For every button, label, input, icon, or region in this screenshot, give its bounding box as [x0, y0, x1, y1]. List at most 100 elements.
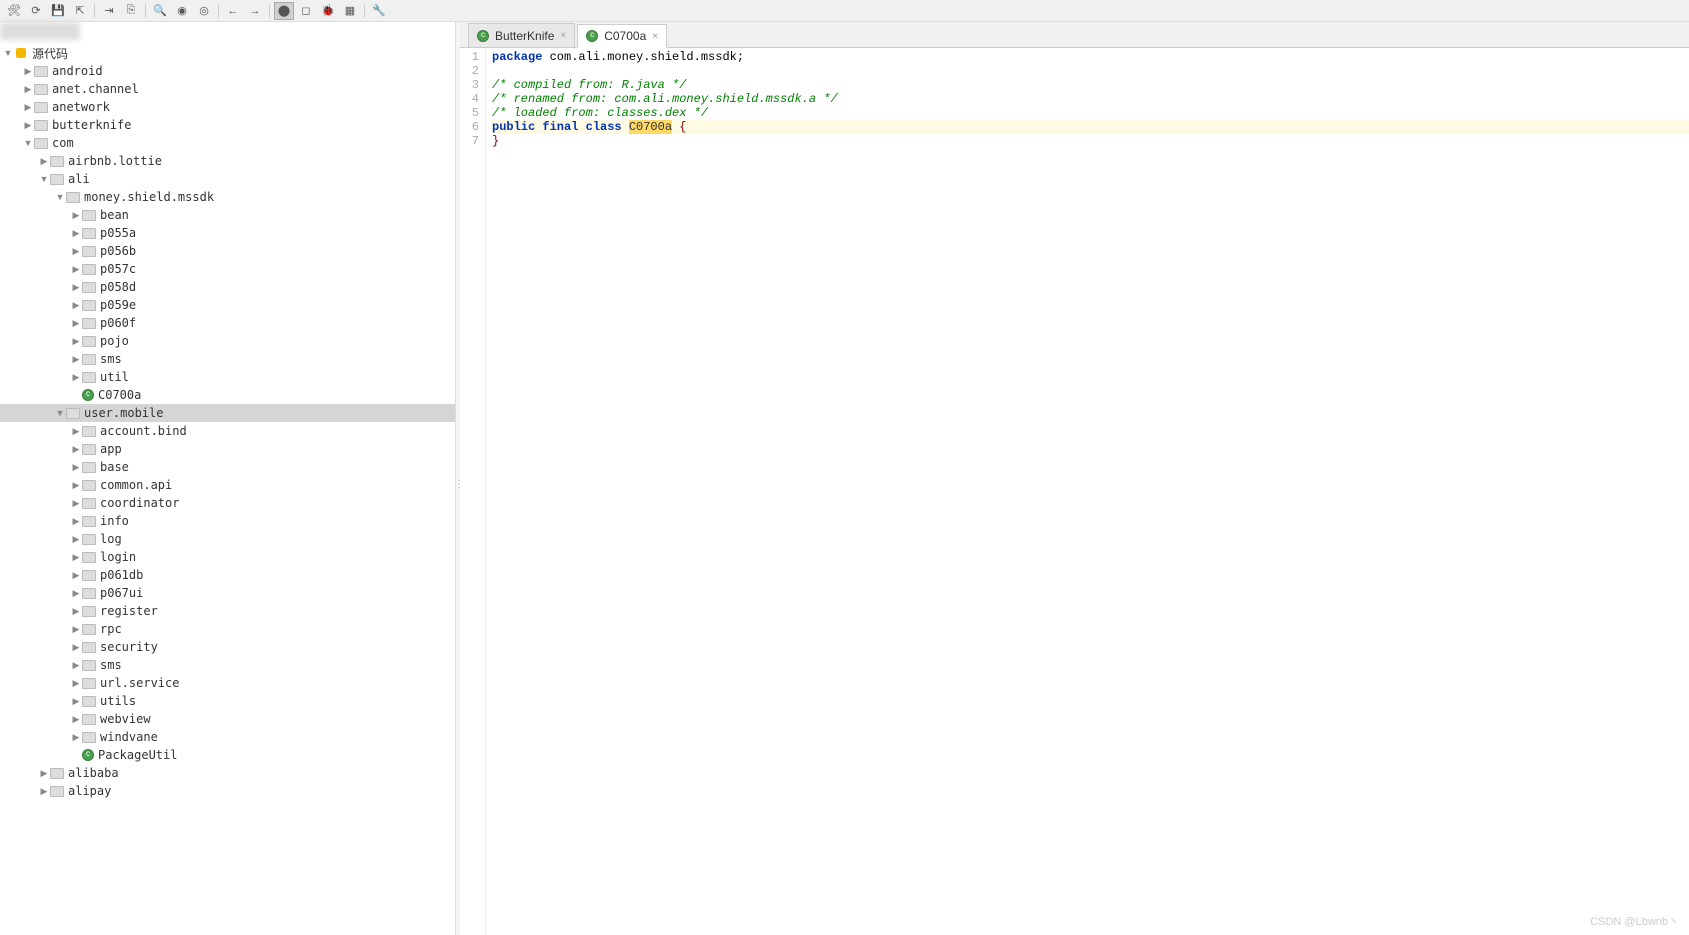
search-button[interactable]: 🔍 — [150, 2, 170, 20]
export-button[interactable]: ⇱ — [70, 2, 90, 20]
code-line[interactable]: /* compiled from: R.java */ — [492, 78, 1689, 92]
tree-item-anetwork[interactable]: ▶anetwork — [0, 98, 455, 116]
go-green-button[interactable]: ◎ — [194, 2, 214, 20]
tree-item-p059e[interactable]: ▶p059e — [0, 296, 455, 314]
code-content[interactable]: package com.ali.money.shield.mssdk; /* co… — [486, 48, 1689, 935]
tree-arrow[interactable]: ▶ — [70, 300, 82, 311]
tree-arrow[interactable]: ▶ — [38, 156, 50, 167]
tree-item-user-mobile[interactable]: ▼user.mobile — [0, 404, 455, 422]
code-line[interactable]: package com.ali.money.shield.mssdk; — [492, 50, 1689, 64]
tree-arrow[interactable]: ▶ — [70, 660, 82, 671]
close-icon[interactable]: × — [652, 31, 658, 42]
bp-on-button[interactable]: ⬤ — [274, 2, 294, 20]
tree-arrow[interactable]: ▶ — [70, 318, 82, 329]
tree-arrow[interactable]: ▶ — [22, 66, 34, 77]
tree-arrow[interactable]: ▶ — [70, 732, 82, 743]
tree-item-sms[interactable]: ▶sms — [0, 656, 455, 674]
code-area[interactable]: 1234567 package com.ali.money.shield.mss… — [460, 48, 1689, 935]
tree-item-info[interactable]: ▶info — [0, 512, 455, 530]
tree-item-p055a[interactable]: ▶p055a — [0, 224, 455, 242]
splitter[interactable] — [456, 22, 460, 935]
tree-item-alipay[interactable]: ▶alipay — [0, 782, 455, 800]
tree-arrow[interactable]: ▶ — [70, 570, 82, 581]
tree-arrow[interactable]: ▶ — [22, 102, 34, 113]
tree-arrow[interactable]: ▶ — [70, 444, 82, 455]
save-button[interactable]: 💾 — [48, 2, 68, 20]
tree-arrow[interactable]: ▼ — [54, 408, 66, 418]
tree-item-sms[interactable]: ▶sms — [0, 350, 455, 368]
code-line[interactable]: /* loaded from: classes.dex */ — [492, 106, 1689, 120]
bp-off-button[interactable]: ◻ — [296, 2, 316, 20]
tree-item-bean[interactable]: ▶bean — [0, 206, 455, 224]
tree-item-money-shield-mssdk[interactable]: ▼money.shield.mssdk — [0, 188, 455, 206]
tree-item-com[interactable]: ▼com — [0, 134, 455, 152]
back-button[interactable]: ← — [223, 2, 243, 20]
tree-root[interactable]: ▼ 源代码 — [0, 44, 455, 62]
forward-button[interactable]: → — [245, 2, 265, 20]
tree-item-p057c[interactable]: ▶p057c — [0, 260, 455, 278]
tree-item-alibaba[interactable]: ▶alibaba — [0, 764, 455, 782]
tree-item-url-service[interactable]: ▶url.service — [0, 674, 455, 692]
tree-arrow[interactable]: ▶ — [70, 714, 82, 725]
tree-arrow[interactable]: ▶ — [38, 786, 50, 797]
tree-item-rpc[interactable]: ▶rpc — [0, 620, 455, 638]
tree-item-PackageUtil[interactable]: PackageUtil — [0, 746, 455, 764]
tree-item-p060f[interactable]: ▶p060f — [0, 314, 455, 332]
tree-arrow[interactable]: ▼ — [2, 48, 14, 58]
tree-arrow[interactable]: ▶ — [70, 354, 82, 365]
wrench-button[interactable]: 🔧 — [369, 2, 389, 20]
tree-item-pojo[interactable]: ▶pojo — [0, 332, 455, 350]
tree-item-app[interactable]: ▶app — [0, 440, 455, 458]
tree-arrow[interactable]: ▶ — [70, 516, 82, 527]
tree-arrow[interactable]: ▶ — [70, 228, 82, 239]
tree-arrow[interactable]: ▶ — [70, 336, 82, 347]
tree-item-airbnb-lottie[interactable]: ▶airbnb.lottie — [0, 152, 455, 170]
tree-item-C0700a[interactable]: C0700a — [0, 386, 455, 404]
tree-arrow[interactable]: ▶ — [70, 282, 82, 293]
tree-arrow[interactable]: ▶ — [70, 462, 82, 473]
tree-arrow[interactable]: ▶ — [70, 246, 82, 257]
tree-arrow[interactable]: ▶ — [70, 534, 82, 545]
tree-arrow[interactable]: ▶ — [70, 552, 82, 563]
code-line[interactable]: /* renamed from: com.ali.money.shield.ms… — [492, 92, 1689, 106]
tree-item-utils[interactable]: ▶utils — [0, 692, 455, 710]
tab-ButterKnife[interactable]: ButterKnife× — [468, 23, 575, 47]
tree-item-ali[interactable]: ▼ali — [0, 170, 455, 188]
tree-arrow[interactable]: ▶ — [70, 264, 82, 275]
tree-arrow[interactable]: ▼ — [54, 192, 66, 202]
tree-arrow[interactable]: ▶ — [70, 606, 82, 617]
tree-arrow[interactable]: ▶ — [70, 498, 82, 509]
refresh-button[interactable]: ⟳ — [26, 2, 46, 20]
tree-arrow[interactable]: ▶ — [70, 642, 82, 653]
tree-item-android[interactable]: ▶android — [0, 62, 455, 80]
table-button[interactable]: ▦ — [340, 2, 360, 20]
tree-item-login[interactable]: ▶login — [0, 548, 455, 566]
stop-green-button[interactable]: ◉ — [172, 2, 192, 20]
code-line[interactable] — [492, 64, 1689, 78]
copy-button[interactable]: ⎘ — [121, 2, 141, 20]
tree-arrow[interactable]: ▶ — [70, 588, 82, 599]
tree-item-p067ui[interactable]: ▶p067ui — [0, 584, 455, 602]
code-line[interactable]: public final class C0700a { — [492, 120, 1689, 134]
tree-arrow[interactable]: ▶ — [70, 210, 82, 221]
tree-arrow[interactable]: ▶ — [38, 768, 50, 779]
tree-item-security[interactable]: ▶security — [0, 638, 455, 656]
tree-item-p058d[interactable]: ▶p058d — [0, 278, 455, 296]
tree-item-p061db[interactable]: ▶p061db — [0, 566, 455, 584]
tree-arrow[interactable]: ▶ — [22, 120, 34, 131]
tree-item-coordinator[interactable]: ▶coordinator — [0, 494, 455, 512]
tree-arrow[interactable]: ▶ — [70, 678, 82, 689]
tab-C0700a[interactable]: C0700a× — [577, 24, 667, 48]
tree-arrow[interactable]: ▶ — [70, 480, 82, 491]
tree-item-butterknife[interactable]: ▶butterknife — [0, 116, 455, 134]
tree-item-register[interactable]: ▶register — [0, 602, 455, 620]
tree-item-util[interactable]: ▶util — [0, 368, 455, 386]
tree-item-base[interactable]: ▶base — [0, 458, 455, 476]
tree-arrow[interactable]: ▼ — [22, 138, 34, 148]
tree-arrow[interactable]: ▼ — [38, 174, 50, 184]
tree-arrow[interactable]: ▶ — [70, 372, 82, 383]
tree-arrow[interactable]: ▶ — [70, 696, 82, 707]
tree-arrow[interactable]: ▶ — [22, 84, 34, 95]
tree-item-windvane[interactable]: ▶windvane — [0, 728, 455, 746]
tree-arrow[interactable]: ▶ — [70, 624, 82, 635]
